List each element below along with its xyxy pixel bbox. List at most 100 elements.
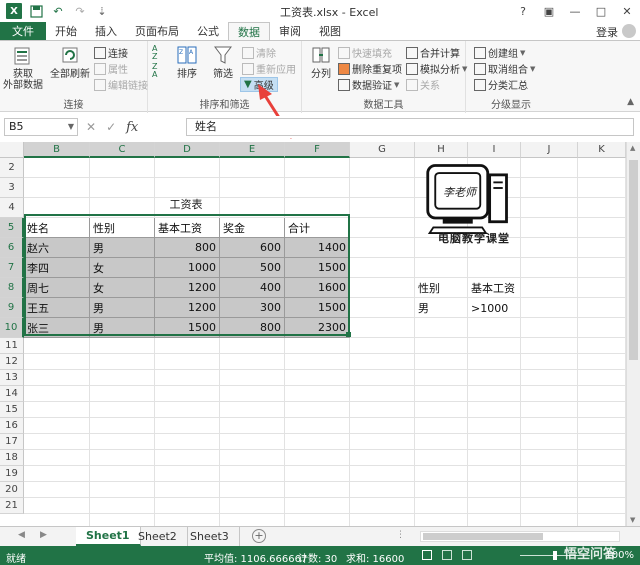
table-cell[interactable]: 500	[220, 258, 285, 278]
row-header-10[interactable]: 10	[0, 318, 24, 338]
maximize-icon[interactable]: □	[588, 0, 614, 22]
tab-review[interactable]: 审阅	[270, 22, 310, 40]
select-all-corner[interactable]	[0, 142, 24, 158]
connections-button[interactable]: 连接	[94, 45, 128, 60]
table-header-cell[interactable]: 合计	[285, 218, 350, 238]
tab-split-icon[interactable]: ⋮	[396, 530, 405, 540]
table-cell[interactable]: 男	[90, 318, 155, 338]
criteria-header-gender[interactable]: 性别	[415, 278, 468, 298]
column-header-h[interactable]: H	[415, 142, 468, 158]
tab-file[interactable]: 文件	[0, 22, 46, 40]
tab-insert[interactable]: 插入	[86, 22, 126, 40]
table-cell[interactable]: 周七	[24, 278, 90, 298]
minimize-icon[interactable]: —	[562, 0, 588, 22]
enter-icon[interactable]: ✓	[106, 120, 116, 134]
group-button[interactable]: 创建组 ▼	[474, 45, 525, 60]
criteria-header-salary[interactable]: 基本工资	[468, 278, 521, 298]
table-cell[interactable]: 400	[220, 278, 285, 298]
insert-function-icon[interactable]: fx	[126, 120, 138, 135]
row-header-7[interactable]: 7	[0, 258, 24, 278]
column-header-f[interactable]: F	[285, 142, 350, 158]
column-header-c[interactable]: C	[90, 142, 155, 158]
row-header-17[interactable]: 17	[0, 434, 24, 450]
tab-view[interactable]: 视图	[310, 22, 350, 40]
vertical-scrollbar[interactable]: ▲ ▼	[626, 142, 640, 526]
sheet-tab-sheet2[interactable]: Sheet2	[128, 527, 188, 546]
column-header-k[interactable]: K	[578, 142, 626, 158]
customize-qat-icon[interactable]: ⇣	[94, 3, 110, 19]
table-cell[interactable]: 王五	[24, 298, 90, 318]
table-cell[interactable]: 1400	[285, 238, 350, 258]
sort-button[interactable]: ZA 排序	[170, 43, 204, 80]
vertical-scroll-thumb[interactable]	[629, 160, 638, 360]
row-header-5[interactable]: 5	[0, 218, 24, 238]
column-header-j[interactable]: J	[521, 142, 578, 158]
criteria-value-gender[interactable]: 男	[415, 298, 468, 318]
remove-duplicates-button[interactable]: 删除重复项	[338, 61, 402, 76]
column-header-i[interactable]: I	[468, 142, 521, 158]
sheet-prev-icon[interactable]: ◀	[18, 530, 25, 540]
zoom-slider-knob[interactable]	[553, 551, 557, 560]
tab-data[interactable]: 数据	[228, 22, 270, 40]
table-cell[interactable]: 1500	[285, 258, 350, 278]
row-header-18[interactable]: 18	[0, 450, 24, 466]
consolidate-button[interactable]: 合并计算	[406, 45, 460, 60]
cell-table-title[interactable]: 工资表	[154, 194, 218, 214]
table-cell[interactable]: 男	[90, 238, 155, 258]
page-layout-view-icon[interactable]	[442, 550, 452, 560]
table-header-cell[interactable]: 基本工资	[155, 218, 220, 238]
table-cell[interactable]: 300	[220, 298, 285, 318]
row-header-19[interactable]: 19	[0, 466, 24, 482]
save-icon[interactable]	[28, 3, 44, 19]
row-header-2[interactable]: 2	[0, 158, 24, 178]
undo-icon[interactable]: ↶	[50, 3, 66, 19]
relationships-button[interactable]: 关系	[406, 77, 440, 92]
reapply-button[interactable]: 重新应用	[242, 61, 296, 76]
sort-za-button[interactable]: ZA	[152, 62, 157, 78]
table-cell[interactable]: 女	[90, 278, 155, 298]
cancel-icon[interactable]: ✕	[86, 120, 96, 134]
table-cell[interactable]: 800	[220, 318, 285, 338]
horizontal-scroll-thumb[interactable]	[423, 533, 543, 540]
help-icon[interactable]: ?	[510, 0, 536, 22]
table-cell[interactable]: 李四	[24, 258, 90, 278]
tab-formulas[interactable]: 公式	[188, 22, 228, 40]
table-header-cell[interactable]: 姓名	[24, 218, 90, 238]
sort-az-button[interactable]: AZ	[152, 44, 157, 60]
worksheet-grid[interactable]: BCDEFGHIJK 2 3 4 5 6 7 8 9 10 11 12 13 14 15 16 17 18 19 2…	[0, 142, 626, 526]
row-header-8[interactable]: 8	[0, 278, 24, 298]
table-cell[interactable]: 1200	[155, 278, 220, 298]
table-header-cell[interactable]: 奖金	[220, 218, 285, 238]
table-cell[interactable]: 1600	[285, 278, 350, 298]
horizontal-scrollbar[interactable]	[420, 531, 620, 542]
column-header-b[interactable]: B	[24, 142, 90, 158]
criteria-value-salary[interactable]: >1000	[468, 298, 521, 318]
tab-page-layout[interactable]: 页面布局	[126, 22, 188, 40]
table-cell[interactable]: 男	[90, 298, 155, 318]
sheet-next-icon[interactable]: ▶	[40, 530, 47, 540]
row-header-6[interactable]: 6	[0, 238, 24, 258]
filter-button[interactable]: 筛选	[208, 43, 238, 80]
column-header-e[interactable]: E	[220, 142, 285, 158]
name-box[interactable]: B5 ▼	[4, 118, 78, 136]
row-header-14[interactable]: 14	[0, 386, 24, 402]
table-cell[interactable]: 800	[155, 238, 220, 258]
ribbon-display-icon[interactable]: ▣	[536, 0, 562, 22]
page-break-view-icon[interactable]	[462, 550, 472, 560]
formula-input[interactable]: 姓名	[186, 118, 634, 136]
table-header-cell[interactable]: 性别	[90, 218, 155, 238]
smiley-icon[interactable]	[622, 24, 636, 38]
row-header-13[interactable]: 13	[0, 370, 24, 386]
tab-home[interactable]: 开始	[46, 22, 86, 40]
ungroup-button[interactable]: 取消组合 ▼	[474, 61, 535, 76]
row-header-9[interactable]: 9	[0, 298, 24, 318]
add-sheet-icon[interactable]: +	[252, 529, 266, 543]
row-header-3[interactable]: 3	[0, 178, 24, 198]
edit-links-button[interactable]: 编辑链接	[94, 77, 148, 92]
redo-icon[interactable]: ↷	[72, 3, 88, 19]
collapse-ribbon-icon[interactable]: ▲	[627, 97, 634, 107]
row-header-16[interactable]: 16	[0, 418, 24, 434]
row-header-12[interactable]: 12	[0, 354, 24, 370]
table-cell[interactable]: 张三	[24, 318, 90, 338]
row-header-4[interactable]: 4	[0, 198, 24, 218]
